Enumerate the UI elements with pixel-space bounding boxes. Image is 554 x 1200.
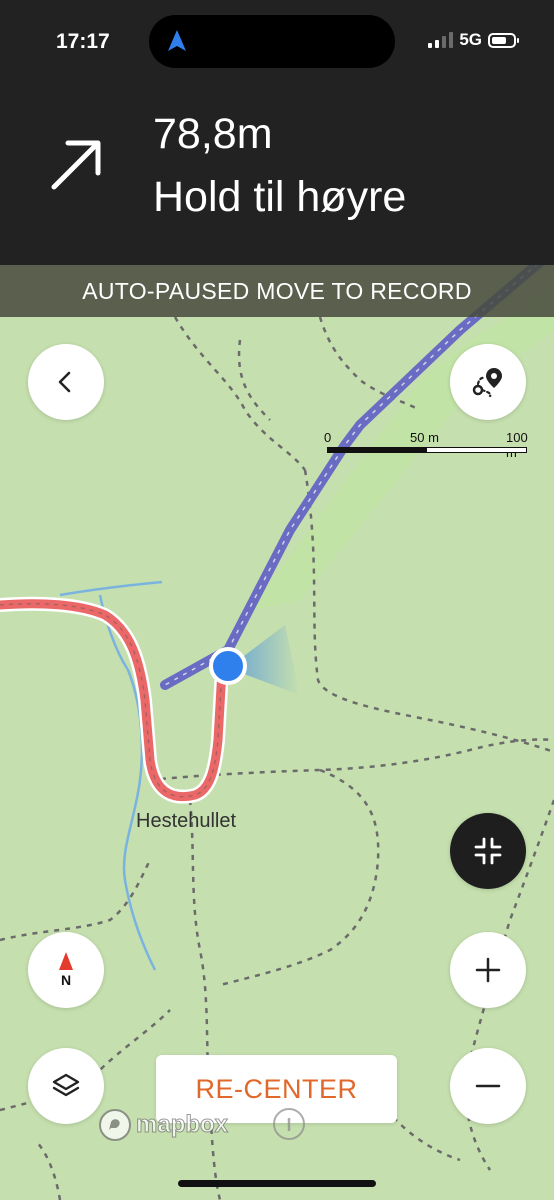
zoom-out-button[interactable] (450, 1048, 526, 1124)
compass-button[interactable]: N (28, 932, 104, 1008)
mapbox-wordmark: mapbox (135, 1111, 229, 1139)
compass-north-label: N (60, 972, 72, 988)
collapse-button[interactable] (450, 813, 526, 889)
layers-icon (52, 1073, 80, 1097)
dynamic-island (149, 15, 395, 68)
mapbox-attribution[interactable]: mapbox (98, 1108, 229, 1142)
plus-icon (475, 957, 501, 983)
navigation-banner: 17:17 5G 78,8m Hold til høyre (0, 0, 554, 265)
collapse-arrows-icon (474, 837, 502, 865)
arrow-up-right-icon (51, 140, 101, 190)
zoom-in-button[interactable] (450, 932, 526, 1008)
route-button[interactable] (450, 344, 526, 420)
place-label: Hestehullet (136, 810, 237, 832)
compass-icon (59, 952, 73, 970)
scale-label-start: 0 (324, 430, 332, 445)
mapbox-logo-icon (99, 1109, 131, 1141)
minus-icon (475, 1084, 501, 1088)
home-indicator (178, 1180, 376, 1187)
scale-label-mid: 50 m (410, 430, 439, 445)
map-scale: 0 50 m 100 m (322, 430, 532, 460)
scale-bar (327, 447, 527, 453)
location-dot (209, 647, 247, 685)
back-button[interactable] (28, 344, 104, 420)
status-indicators: 5G (428, 30, 519, 50)
layers-button[interactable] (28, 1048, 104, 1124)
route-pin-icon (472, 368, 502, 398)
turn-instruction: Hold til høyre (153, 173, 407, 221)
navigation-arrow-icon (168, 30, 186, 51)
network-type: 5G (459, 30, 482, 49)
info-icon[interactable] (268, 1107, 310, 1141)
status-time: 17:17 (56, 30, 110, 53)
battery-icon (488, 32, 519, 48)
chevron-left-icon (58, 371, 71, 393)
auto-pause-banner: AUTO-PAUSED MOVE TO RECORD (0, 265, 554, 317)
signal-strength-icon (428, 32, 454, 48)
scale-label-end: 100 m (506, 430, 528, 460)
turn-distance: 78,8m (153, 110, 273, 158)
